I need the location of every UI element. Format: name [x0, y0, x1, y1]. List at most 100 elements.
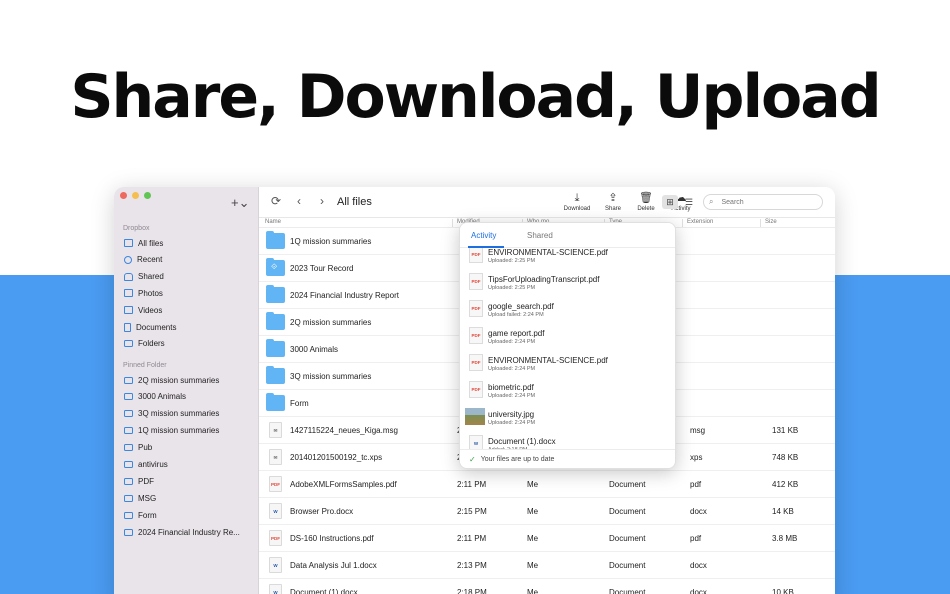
pinned-folder-item[interactable]: 1Q mission summaries [124, 424, 219, 438]
activity-tabs: Activity Shared [460, 223, 675, 248]
file-modified-by: Me [527, 507, 539, 516]
sidebar-item-folders[interactable]: Folders [124, 337, 165, 351]
file-size: 131 KB [772, 426, 799, 435]
download-button[interactable]: ⤓ Download [557, 192, 597, 212]
folder-icon [266, 231, 285, 249]
table-row[interactable]: W Data Analysis Jul 1.docx 2:13 PM Me Docume… [259, 552, 835, 579]
activity-status: Uploaded: 2:24 PM [488, 339, 536, 345]
pinned-folder-item[interactable]: MSG [124, 491, 156, 505]
pinned-folder-label: Form [138, 510, 157, 520]
pinned-folder-item[interactable]: 2024 Financial Industry Re... [124, 525, 240, 539]
file-name: 2024 Financial Industry Report [290, 291, 399, 300]
table-row[interactable]: W Browser Pro.docx 2:15 PM Me Document docx 14… [259, 498, 835, 525]
delete-label: Delete [637, 206, 655, 212]
col-size[interactable]: Size [765, 219, 777, 225]
file-name: DS-160 Instructions.pdf [290, 534, 374, 543]
photo-icon [124, 289, 133, 298]
sidebar-item-photos[interactable]: Photos [124, 286, 163, 300]
forward-chevron-icon[interactable]: › [320, 194, 324, 208]
word-file-icon: W [269, 503, 282, 519]
pinned-folder-item[interactable]: Form [124, 508, 157, 522]
col-name[interactable]: Name [265, 219, 281, 225]
activity-status: Uploaded: 2:25 PM [488, 285, 536, 291]
tab-shared[interactable]: Shared [527, 231, 553, 240]
sidebar-item-recent[interactable]: Recent [124, 253, 162, 267]
tab-activity[interactable]: Activity [471, 231, 496, 240]
file-extension: pdf [690, 480, 702, 489]
search-field[interactable]: ⌕ [703, 194, 823, 210]
pinned-folder-item[interactable]: 3000 Animals [124, 390, 186, 404]
pinned-folder-label: Pub [138, 443, 153, 453]
file-type: Document [609, 561, 646, 570]
pdf-file-icon: PDF [269, 476, 282, 492]
activity-item[interactable]: WDocument (1).docxAdded: 2:18 PM [460, 430, 675, 451]
sidebar-item-documents[interactable]: Documents [124, 320, 176, 334]
table-row[interactable]: PDF AdobeXMLFormsSamples.pdf 2:11 PM Me Docu… [259, 471, 835, 498]
activity-file-name: ENVIRONMENTAL-SCIENCE.pdf [488, 248, 608, 257]
pdf-file-icon: PDF [269, 530, 282, 546]
sidebar-item-videos[interactable]: Videos [124, 303, 162, 317]
sidebar: +⌄ Dropbox All files Recent Shared Photos Vi… [114, 187, 259, 594]
sidebar-item-label: Recent [137, 255, 163, 265]
file-size: 3.8 MB [772, 534, 798, 543]
table-row[interactable]: W Document (1).docx 2:18 PM Me Document docx 1… [259, 579, 835, 594]
back-chevron-icon[interactable]: ‹ [297, 194, 301, 208]
activity-item[interactable]: university.jpg Uploaded: 2:24 PM [460, 403, 675, 430]
activity-item[interactable]: PDF google_search.pdf Upload failed: 2:24 … [460, 295, 675, 322]
search-input[interactable] [721, 198, 802, 206]
pinned-folder-item[interactable]: Pub [124, 441, 152, 455]
file-type: Document [609, 507, 646, 516]
sidebar-item-label: Photos [138, 288, 163, 298]
download-icon: ⤓ [574, 192, 580, 204]
add-button[interactable]: +⌄ [231, 195, 249, 211]
file-name: 201401201500192_tc.xps [290, 453, 383, 462]
pinned-folder-label: PDF [138, 476, 154, 486]
document-icon [124, 322, 131, 332]
file-modified: 2:11 PM [457, 480, 487, 489]
activity-item[interactable]: PDF game report.pdf Uploaded: 2:24 PM [460, 322, 675, 349]
zoom-window-button[interactable] [144, 192, 151, 199]
file-modified: 2:11 PM [457, 534, 487, 543]
clock-icon [124, 255, 132, 264]
activity-item[interactable]: PDF TipsForUploadingTranscript.pdf Uploade… [460, 268, 675, 295]
file-modified-by: Me [527, 561, 539, 570]
close-window-button[interactable] [120, 192, 127, 199]
sidebar-item-label: All files [138, 238, 164, 248]
download-label: Download [563, 206, 591, 212]
activity-list[interactable]: PDF ENVIRONMENTAL-SCIENCE.pdf Uploaded: 2:… [460, 241, 675, 451]
file-type: Document [609, 480, 646, 489]
sidebar-item-label: Shared [138, 272, 164, 282]
image-thumbnail-icon [465, 408, 485, 425]
pinned-folder-item[interactable]: antivirus [124, 458, 168, 472]
col-extension[interactable]: Extension [687, 219, 713, 225]
delete-button[interactable]: 🗑 Delete [626, 192, 666, 212]
activity-item[interactable]: PDF ENVIRONMENTAL-SCIENCE.pdf Uploaded: 2:… [460, 349, 675, 376]
home-icon [124, 239, 133, 247]
file-name: 3000 Animals [290, 345, 339, 354]
file-type: Document [609, 588, 646, 594]
file-extension: docx [690, 588, 707, 594]
pinned-folder-item[interactable]: 2Q mission summaries [124, 373, 219, 387]
folder-icon [124, 477, 133, 485]
refresh-icon[interactable]: ⟳ [271, 194, 281, 208]
folder-icon [266, 285, 285, 303]
activity-status: Uploaded: 2:24 PM [488, 366, 536, 372]
file-size: 748 KB [772, 453, 799, 462]
folder-icon [266, 312, 285, 330]
file-name: Data Analysis Jul 1.docx [290, 561, 377, 570]
folder-icon [266, 339, 285, 357]
file-name: Browser Pro.docx [290, 507, 354, 516]
minimize-window-button[interactable] [132, 192, 139, 199]
activity-file-name: TipsForUploadingTranscript.pdf [488, 275, 600, 284]
file-modified-by: Me [527, 534, 539, 543]
pinned-folder-item[interactable]: 3Q mission summaries [124, 407, 219, 421]
activity-file-name: Document (1).docx [488, 437, 556, 446]
file-name: 3Q mission summaries [290, 372, 372, 381]
grid-view-icon[interactable]: ⊞ [662, 195, 678, 209]
sidebar-item-all-files[interactable]: All files [124, 236, 163, 250]
pinned-folder-item[interactable]: PDF [124, 474, 154, 488]
list-view-icon[interactable]: ☰ [681, 195, 697, 209]
sidebar-item-shared[interactable]: Shared [124, 270, 164, 284]
activity-item[interactable]: PDF biometric.pdf Uploaded: 2:24 PM [460, 376, 675, 403]
table-row[interactable]: PDF DS-160 Instructions.pdf 2:11 PM Me Docum… [259, 525, 835, 552]
